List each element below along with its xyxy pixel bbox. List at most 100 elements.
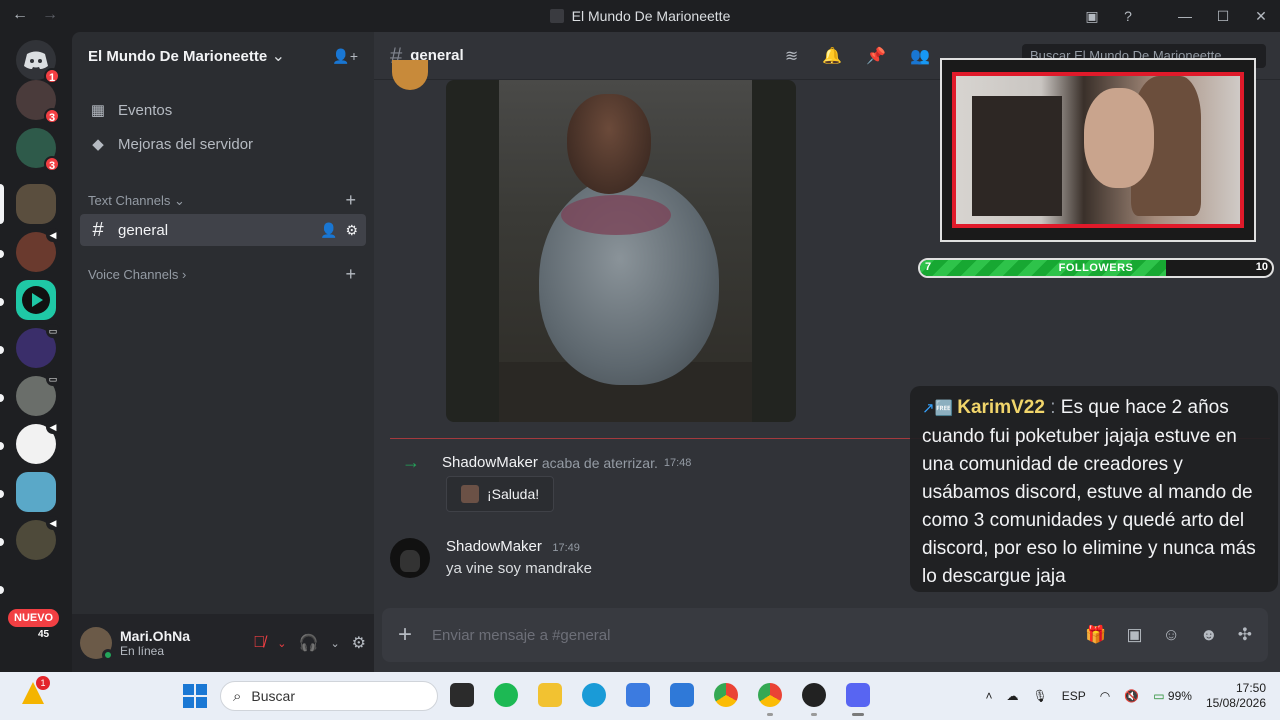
window-controls: ▣ ? — ☐ ✕ [1074, 0, 1280, 32]
edge-icon[interactable] [582, 683, 606, 707]
gif-icon[interactable]: ▣ [1126, 625, 1142, 645]
join-arrow-icon: → [402, 452, 420, 472]
chevron-up-icon[interactable]: ˄ [986, 689, 993, 703]
widgets-badge: 1 [36, 676, 50, 690]
server-icon-10[interactable]: ◀ [16, 516, 60, 560]
chevron-down-icon[interactable]: ⌄ [330, 637, 339, 650]
gift-icon[interactable]: 🎁 [1085, 625, 1106, 645]
voice-channels-category[interactable]: Voice Channels › [88, 267, 186, 282]
chevron-down-icon: ⌄ [271, 48, 286, 65]
invite-icon[interactable]: 👤 [320, 222, 337, 239]
unread-pill [0, 490, 4, 498]
invite-people-icon[interactable]: 👤+ [332, 48, 358, 65]
widgets-button[interactable]: 1 [22, 676, 50, 704]
calendar-icon: ▦ [90, 102, 106, 119]
mention-badge: 3 [44, 108, 60, 124]
server-icon-1[interactable]: 3 [16, 80, 60, 124]
create-channel-button[interactable]: + [345, 190, 356, 211]
language-indicator[interactable]: ESP [1062, 689, 1086, 703]
cloud-icon[interactable]: ☁ [1007, 689, 1019, 703]
outlook-icon[interactable] [670, 683, 694, 707]
chevron-down-icon[interactable]: ⌄ [277, 637, 286, 650]
message-author[interactable]: ShadowMaker [446, 538, 542, 555]
message-author[interactable]: ShadowMaker [442, 454, 538, 471]
windows-logo-tile [196, 697, 207, 708]
store-icon[interactable] [626, 683, 650, 707]
message-input[interactable]: Enviar mensaje a #general [432, 627, 610, 644]
join-text: acaba de aterrizar. [541, 454, 658, 471]
spotify-icon[interactable] [494, 683, 518, 707]
discord-taskbar-icon[interactable] [846, 683, 870, 716]
chrome-profile-icon[interactable] [758, 683, 782, 716]
sidebar-item-boosts[interactable]: ◆ Mejoras del servidor [80, 128, 366, 160]
server-icon-7[interactable]: ▭ [16, 372, 60, 416]
webcam-feed [952, 72, 1244, 228]
join-message: → ShadowMaker acaba de aterrizar. 17:48 [402, 452, 691, 473]
hash-icon: # [92, 218, 104, 241]
maximize-button[interactable]: ☐ [1204, 8, 1242, 25]
sidebar-item-eventos[interactable]: ▦ Eventos [80, 94, 366, 126]
members-icon[interactable]: 👥 [910, 46, 930, 66]
taskbar-search[interactable]: ⌕ Buscar [220, 681, 438, 711]
mic-muted-icon[interactable]: 🎙̸ [253, 634, 265, 652]
inbox-icon[interactable]: ▣ [1074, 8, 1110, 25]
avatar[interactable] [392, 60, 428, 90]
start-button[interactable] [183, 684, 207, 708]
pin-icon[interactable]: 📌 [866, 46, 886, 66]
channel-general[interactable]: # general 👤 ⚙ [80, 214, 366, 246]
add-attachment-button[interactable]: + [398, 621, 412, 649]
emoji-icon[interactable]: ☻ [1200, 625, 1218, 645]
bell-icon[interactable]: 🔔 [822, 46, 842, 66]
wifi-icon[interactable]: ◠ [1100, 689, 1110, 703]
search-label: Buscar [251, 688, 295, 704]
battery-indicator[interactable]: ▭ 99% [1153, 689, 1192, 703]
gear-icon[interactable]: ⚙ [345, 222, 358, 239]
selected-server-pill [0, 184, 4, 224]
server-icon-3[interactable] [16, 184, 56, 224]
gear-icon[interactable]: ⚙ [352, 633, 366, 653]
server-icon-9[interactable] [16, 472, 56, 512]
avatar[interactable] [390, 538, 430, 578]
file-explorer-icon[interactable] [538, 683, 562, 707]
category-label: Text Channels [88, 193, 171, 208]
clock[interactable]: 17:50 15/08/2026 [1206, 681, 1266, 711]
file-app-icon[interactable] [450, 683, 474, 707]
wave-label: ¡Saluda! [487, 486, 540, 502]
headphones-icon[interactable]: 🎧 [299, 633, 319, 653]
server-icon-5[interactable] [16, 280, 56, 320]
server-icon-2[interactable]: 3 [16, 128, 60, 172]
sticker-icon[interactable]: ☺ [1163, 625, 1180, 645]
wave-button[interactable]: ¡Saluda! [446, 476, 555, 512]
title-bar: ← → El Mundo De Marioneette ▣ ? — ☐ ✕ [0, 0, 1280, 32]
wave-sticker-icon [461, 485, 479, 503]
screen-icon: ▭ [46, 324, 60, 338]
windows-logo-tile [183, 684, 194, 695]
text-channels-category[interactable]: Text Channels ⌄ [88, 193, 185, 209]
obs-icon[interactable] [802, 683, 826, 716]
server-header[interactable]: El Mundo De Marioneette ⌄ 👤+ [72, 32, 374, 80]
new-servers-badge[interactable]: NUEVO [8, 609, 60, 627]
volume-muted-icon[interactable]: 🔇 [1124, 689, 1139, 703]
timestamp: 17:49 [552, 542, 580, 554]
attachment-image[interactable] [446, 80, 796, 422]
create-voice-channel-button[interactable]: + [345, 264, 356, 285]
server-icon [549, 9, 564, 23]
timestamp: 17:48 [663, 456, 692, 469]
close-button[interactable]: ✕ [1242, 8, 1280, 25]
minimize-button[interactable]: — [1166, 8, 1204, 24]
avatar[interactable] [80, 627, 114, 661]
unread-pill [0, 586, 4, 594]
user-panel: Mari.OhNa En línea 🎙̸ ⌄ 🎧 ⌄ ⚙ [72, 614, 374, 672]
apps-icon[interactable]: ✣ [1238, 625, 1252, 645]
discord-home-button[interactable]: 1 [16, 40, 60, 84]
chat-badge-icons: ↗🆓 [922, 400, 954, 417]
server-icon-4[interactable]: ◀ [16, 228, 60, 272]
user-info[interactable]: Mari.OhNa En línea [120, 628, 190, 658]
chrome-icon[interactable] [714, 683, 738, 707]
threads-icon[interactable]: ≋ [785, 46, 798, 66]
microphone-icon[interactable]: 🎙 [1033, 689, 1048, 703]
help-icon[interactable]: ? [1110, 8, 1146, 24]
server-icon-6[interactable]: ▭ [16, 324, 60, 368]
server-icon-8[interactable]: ◀ [16, 420, 60, 464]
followers-label: FOLLOWERS [1058, 262, 1134, 274]
